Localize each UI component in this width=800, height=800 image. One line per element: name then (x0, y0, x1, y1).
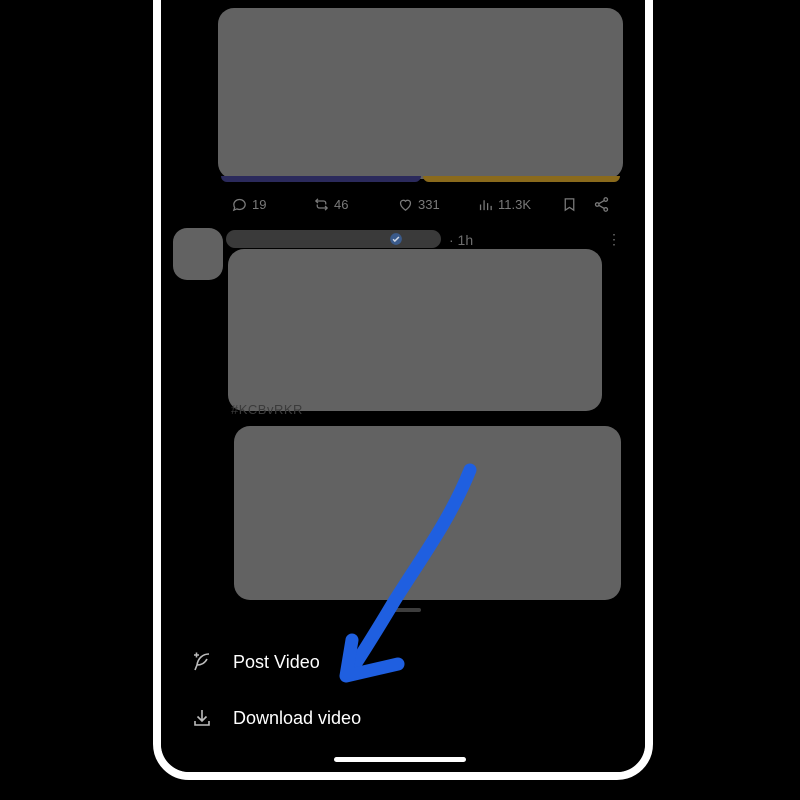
views-count: 11.3K (498, 196, 532, 212)
phone-screen: 19 46 331 11.3K · 1h ⋮ #KCBvRKR Post Vid… (161, 0, 645, 772)
avatar[interactable] (173, 228, 223, 280)
download-video-label: Download video (233, 707, 362, 728)
post2-video-redacted[interactable] (234, 426, 621, 600)
reply-count: 19 (252, 196, 267, 212)
more-options-icon[interactable]: ⋮ (607, 232, 621, 246)
post-video-label: Post Video (233, 651, 320, 672)
post2-text-redacted (228, 249, 602, 411)
comment-icon (232, 198, 246, 211)
heart-icon (399, 199, 412, 211)
like-count: 331 (418, 196, 440, 212)
share-button[interactable] (593, 196, 610, 213)
post1-media-edge (423, 176, 620, 182)
username-redacted[interactable] (226, 230, 441, 248)
views-button[interactable]: 11.3K (477, 196, 531, 213)
post1-media-redacted[interactable] (218, 8, 623, 179)
download-video-option[interactable]: Download video (189, 698, 361, 738)
reply-button[interactable]: 19 (231, 196, 266, 213)
screenshot-stage: 19 46 331 11.3K · 1h ⋮ #KCBvRKR Post Vid… (0, 0, 800, 800)
repost-button[interactable]: 46 (313, 196, 348, 213)
bookmark-icon (564, 197, 575, 211)
post-timestamp: · 1h (449, 232, 474, 248)
post1-media-edge (221, 176, 421, 182)
home-indicator[interactable] (334, 757, 466, 762)
post-video-option[interactable]: Post Video (189, 642, 320, 682)
post1-action-bar: 19 46 331 11.3K (231, 192, 621, 216)
share-icon (594, 196, 609, 212)
repost-count: 46 (334, 196, 349, 212)
video-progress-indicator (385, 608, 421, 612)
feather-plus-icon (189, 649, 215, 675)
like-button[interactable]: 331 (397, 196, 440, 213)
download-icon (189, 705, 215, 731)
verified-badge-icon (390, 233, 402, 245)
post-hashtag[interactable]: #KCBvRKR (231, 402, 303, 417)
bookmark-button[interactable] (561, 196, 578, 213)
phone-frame: 19 46 331 11.3K · 1h ⋮ #KCBvRKR Post Vid… (153, 0, 653, 780)
views-chart-icon (479, 199, 492, 210)
repost-icon (314, 197, 329, 211)
